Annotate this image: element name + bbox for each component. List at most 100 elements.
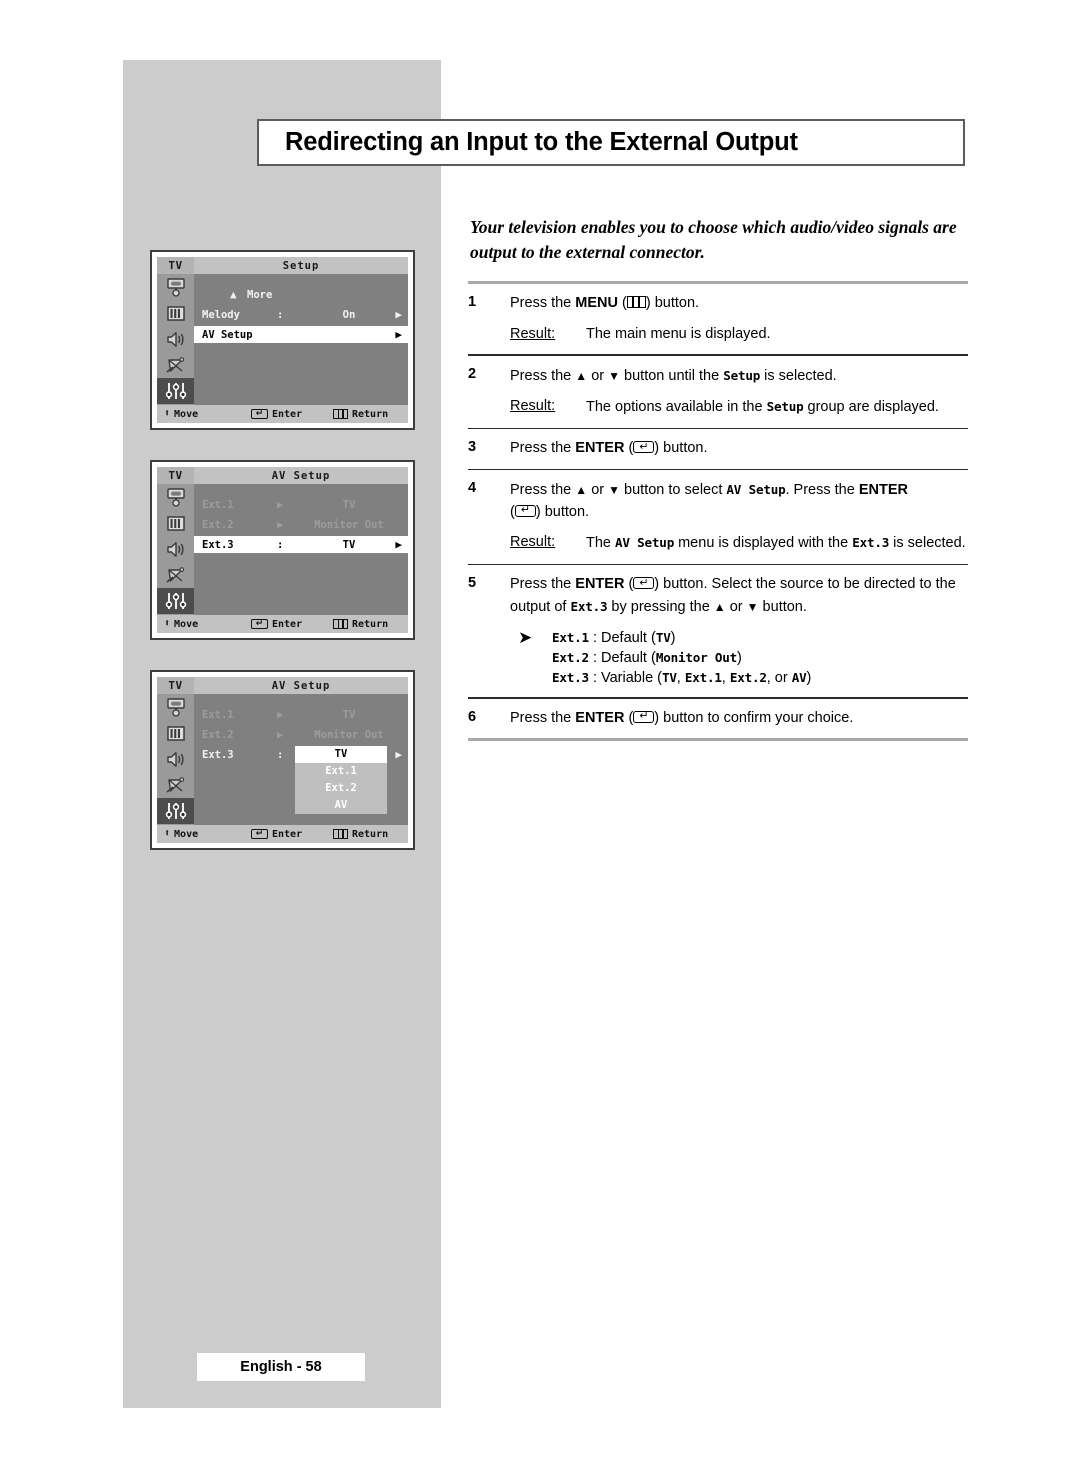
step-result: Result: The options available in the Set… <box>510 396 968 419</box>
sound-speaker-icon[interactable] <box>157 326 194 352</box>
result-label: Result: <box>510 325 556 342</box>
row-value: Monitor Out <box>314 518 384 531</box>
osd-hint-move: ⬆ Move <box>164 615 198 633</box>
instruction-steps: 1 Press the MENU () button. Result: The … <box>468 281 968 742</box>
menu-icon <box>333 409 348 419</box>
setup-sliders-icon[interactable] <box>157 378 194 404</box>
picture-icon[interactable] <box>157 274 194 300</box>
down-arrow-icon: ▼ <box>746 599 759 614</box>
divider-bottom <box>468 738 968 742</box>
sound-speaker-icon[interactable] <box>157 746 194 772</box>
setup-sliders-icon[interactable] <box>157 588 194 614</box>
osd-sidebar <box>157 484 194 615</box>
step-number: 6 <box>468 708 477 725</box>
row-label: Ext.1 <box>202 498 234 511</box>
note-arrow-icon: ➤ <box>518 628 533 648</box>
picture-mode-icon[interactable] <box>157 300 194 326</box>
enter-icon: ↵ <box>251 619 268 629</box>
hint-label: Enter <box>272 828 303 840</box>
satellite-dish-icon[interactable] <box>157 772 194 798</box>
up-arrow-icon: ▲ <box>713 599 726 614</box>
enter-icon: ↵ <box>251 409 268 419</box>
osd-sidebar <box>157 274 194 405</box>
row-value: Monitor Out <box>314 728 384 741</box>
osd-row-ext1: Ext.1 ▶ TV <box>194 496 408 513</box>
osd-screen-av-setup-dropdown: TV AV Setup Ext.1 ▶ TV Ext.2 ▶ Monitor O… <box>150 670 415 850</box>
step-4: 4 Press the ▲ or ▼ button to select AV S… <box>468 470 968 564</box>
sound-speaker-icon[interactable] <box>157 536 194 562</box>
dropdown-option-ext2[interactable]: Ext.2 <box>295 780 387 797</box>
row-label: Melody <box>202 308 240 321</box>
osd-hint-enter: ↵ Enter <box>251 825 302 843</box>
row-value: On <box>342 308 356 321</box>
down-arrow-icon: ▼ <box>608 368 621 383</box>
osd-tv-label: TV <box>157 467 194 484</box>
row-label: Ext.2 <box>202 518 234 531</box>
page-footer-label: English - 58 <box>240 1359 322 1375</box>
satellite-dish-icon[interactable] <box>157 352 194 378</box>
step-instruction: Press the ▲ or ▼ button to select AV Set… <box>510 482 908 520</box>
enter-button-name: ENTER <box>575 440 625 457</box>
step-result: Result: The main menu is displayed. <box>510 324 968 346</box>
osd-title: AV Setup <box>194 467 408 484</box>
manual-page: Redirecting an Input to the External Out… <box>0 0 1080 1474</box>
up-arrow-icon: ▲ <box>575 368 588 383</box>
intro-paragraph: Your television enables you to choose wh… <box>470 217 957 262</box>
dropdown-option-av[interactable]: AV <box>295 797 387 814</box>
row-label: Ext.3 <box>202 748 234 761</box>
right-arrow-icon: ▶ <box>277 518 284 531</box>
osd-hint-return: Return <box>333 405 388 423</box>
step-2: 2 Press the ▲ or ▼ button until the Setu… <box>468 356 968 428</box>
osd-hint-bar: ⬆ Move ↵ Enter Return <box>157 825 408 843</box>
av-setup-keyword: AV Setup <box>726 482 786 498</box>
row-value: TV <box>342 498 356 511</box>
menu-icon <box>333 619 348 629</box>
osd-tv-label: TV <box>157 257 194 274</box>
row-colon: : <box>277 538 284 551</box>
picture-icon[interactable] <box>157 484 194 510</box>
note-line-ext3: Ext.3 : Variable (TV, Ext.1, Ext.2, or A… <box>552 670 812 687</box>
step-number: 5 <box>468 575 477 592</box>
step-1: 1 Press the MENU () button. Result: The … <box>468 284 968 354</box>
satellite-dish-icon[interactable] <box>157 562 194 588</box>
note-line-ext2: Ext.2 : Default (Monitor Out) <box>552 650 742 667</box>
osd-row-ext2: Ext.2 ▶ Monitor Out <box>194 726 408 743</box>
hint-label: Return <box>352 408 389 420</box>
osd-row-av-setup[interactable]: AV Setup ▶ <box>194 326 408 343</box>
enter-button-name: ENTER <box>575 709 625 726</box>
picture-mode-icon[interactable] <box>157 510 194 536</box>
hint-label: Enter <box>272 408 303 420</box>
osd-title: AV Setup <box>194 677 408 694</box>
source-dropdown[interactable]: TV Ext.1 Ext.2 AV <box>295 746 387 814</box>
right-arrow-icon: ▶ <box>395 748 402 761</box>
step-result: Result: The AV Setup menu is displayed w… <box>510 532 968 555</box>
picture-mode-icon[interactable] <box>157 720 194 746</box>
menu-icon <box>626 296 646 308</box>
picture-icon[interactable] <box>157 694 194 720</box>
row-label: AV Setup <box>202 328 253 341</box>
setup-sliders-icon[interactable] <box>157 798 194 824</box>
up-down-arrow-icon: ⬆ <box>164 828 171 839</box>
dropdown-option-ext1[interactable]: Ext.1 <box>295 763 387 780</box>
hint-label: Move <box>174 618 199 630</box>
osd-row-ext2: Ext.2 ▶ Monitor Out <box>194 516 408 533</box>
ext3-keyword: Ext.3 <box>570 598 608 614</box>
down-arrow-icon: ▼ <box>608 483 621 498</box>
page-footer: English - 58 <box>197 1353 365 1381</box>
note-line-ext1: Ext.1 : Default (TV) <box>552 630 676 647</box>
osd-row-ext3[interactable]: Ext.3 : TV ▶ <box>194 536 408 553</box>
page-title: Redirecting an Input to the External Out… <box>285 128 798 156</box>
step-5: 5 Press the ENTER (↵) button. Select the… <box>468 565 968 697</box>
osd-row-melody[interactable]: Melody : On ▶ <box>194 306 408 323</box>
step-instruction: Press the MENU () button. <box>510 295 700 311</box>
step-number: 4 <box>468 480 477 497</box>
step-instruction: Press the ENTER (↵) button. Select the s… <box>510 575 956 615</box>
osd-screen-setup: TV Setup ▲ More Melody: On ▶ AV Setup ▶… <box>150 250 415 430</box>
up-down-arrow-icon: ⬆ <box>164 618 171 629</box>
av-setup-keyword: AV Setup <box>615 535 675 551</box>
row-label: Ext.2 <box>202 728 234 741</box>
step-6: 6 Press the ENTER (↵) button to confirm … <box>468 699 968 739</box>
hint-label: Move <box>174 828 199 840</box>
osd-more-row: ▲ More <box>194 286 408 303</box>
dropdown-option-selected[interactable]: TV <box>295 746 387 763</box>
